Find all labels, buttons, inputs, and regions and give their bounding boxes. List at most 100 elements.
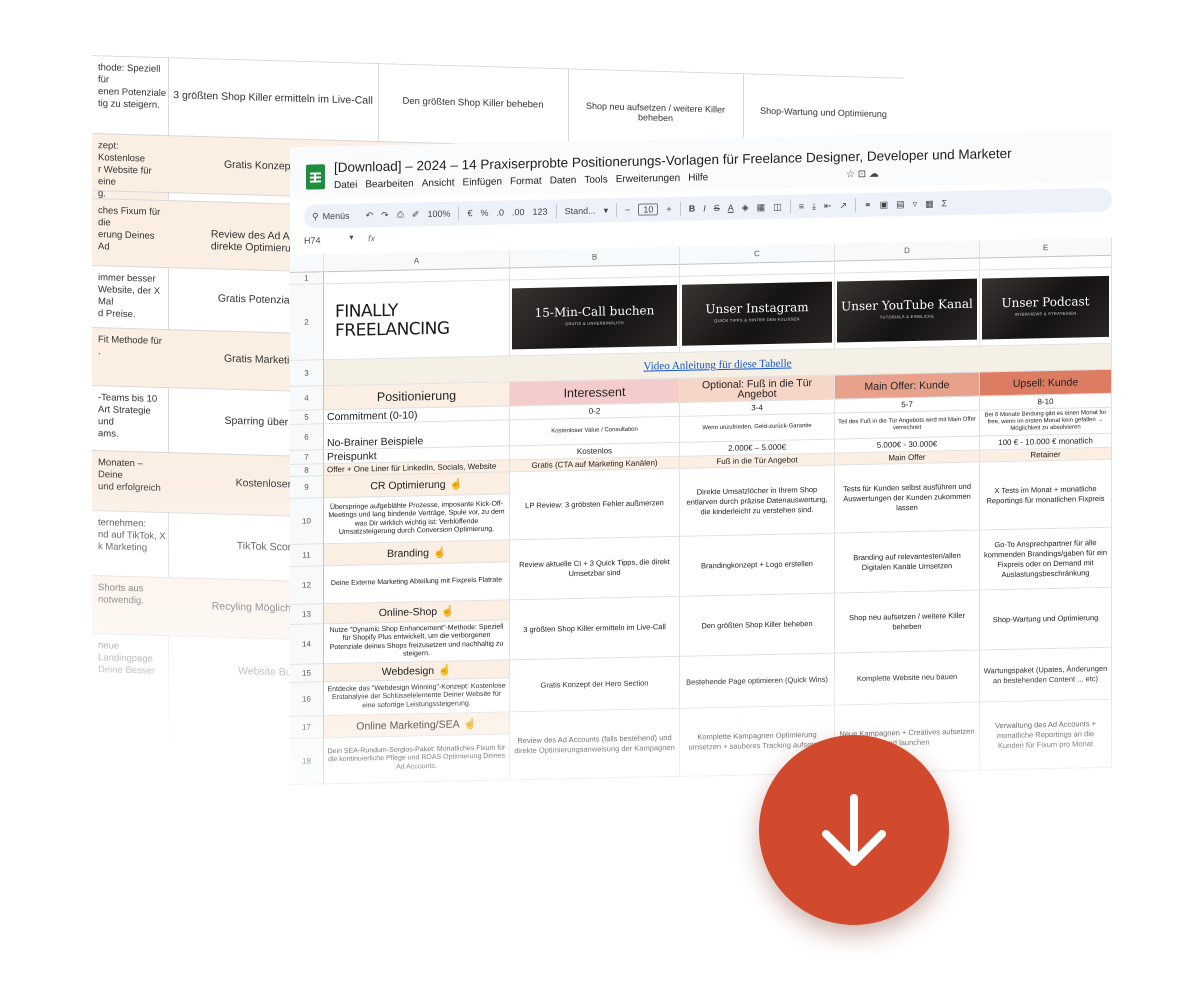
banner-unser-youtube-kanal[interactable]: Unser YouTube Kanal TUTORIALS & EINBLICKE (837, 278, 977, 343)
section-0-e[interactable]: X Tests im Monat + monatliche Reportings… (980, 459, 1112, 531)
section-3-e[interactable]: Wartungspaket (Upates, Änderungen an bes… (980, 647, 1112, 703)
menu-item-format[interactable]: Format (510, 176, 542, 188)
text-rotation-icon[interactable]: ↗ (839, 200, 847, 211)
no_brainer-value-1[interactable]: Wenn unzufrieden, Geld-zurück-Garantie (680, 413, 835, 443)
video-tutorial-link[interactable]: Video Anleitung für diese Tabelle (643, 357, 791, 372)
no_brainer-value-0[interactable]: Kostenloser Value / Consultation (510, 416, 680, 447)
horizontal-align-icon[interactable]: ≡ (799, 201, 804, 211)
banner-cell[interactable]: Unser YouTube Kanal TUTORIALS & EINBLICKE (835, 270, 980, 350)
italic-button[interactable]: I (703, 203, 706, 213)
row-header-3[interactable]: 3 (290, 360, 324, 387)
section-desc-2[interactable]: Nutze "Dynamic Shop Enhancement"-Methode… (324, 620, 510, 665)
section-1-c[interactable]: Brandingkonzept + Logo erstellen (680, 533, 835, 597)
logo-cell[interactable]: FINALLY FREELANCING (324, 280, 510, 361)
row-header-18[interactable]: 18 (290, 738, 324, 785)
no_brainer-value-3[interactable]: Bei 6 Monate Bindung gibt es einen Monat… (980, 407, 1112, 437)
section-desc-0[interactable]: Überspringe aufgeblähte Prozesse, imposa… (324, 494, 510, 545)
section-desc-4[interactable]: Dein SEA-Rundum-Sorglos-Paket: Monatlich… (324, 734, 510, 785)
section-1-d[interactable]: Branding auf relevantesten/allen Digital… (835, 530, 980, 594)
menu-item-datei[interactable]: Datei (334, 180, 357, 191)
row-header-12[interactable]: 12 (290, 566, 324, 605)
more-formats-button[interactable]: 123 (533, 207, 548, 217)
menu-item-daten[interactable]: Daten (550, 175, 577, 187)
table-header-3[interactable]: Main Offer: Kunde (835, 372, 980, 400)
decrease-decimal-button[interactable]: .0 (497, 208, 505, 218)
insert-comment-icon[interactable]: ▣ (880, 199, 889, 210)
star-move-cloud-icons[interactable]: ☆ ⊡ ☁ (846, 169, 879, 181)
no_brainer-label[interactable]: No-Brainer Beispiele (324, 420, 510, 451)
banner-15-min-call-buchen[interactable]: 15-Min-Call buchen GRATIS & UNVERBINDLICH (512, 284, 677, 350)
menu-search[interactable]: ⚲ Menüs (312, 210, 358, 222)
section-desc-1[interactable]: Deine Externe Marketing Abteilung mit Fi… (324, 562, 510, 605)
table-header-2[interactable]: Optional: Fuß in die Tür Angebot (680, 375, 835, 403)
menu-item-einfügen[interactable]: Einfügen (463, 177, 502, 189)
row-header-8[interactable]: 8 (290, 464, 324, 477)
section-1-e[interactable]: Go-To Ansprechpartner für alle kommenden… (980, 527, 1112, 591)
currency-format-button[interactable]: € (467, 208, 472, 218)
functions-button[interactable]: Σ (942, 198, 948, 208)
row-header-6[interactable]: 6 (290, 424, 324, 451)
row-header-4[interactable]: 4 (290, 386, 324, 411)
row-header-7[interactable]: 7 (290, 450, 324, 465)
no_brainer-value-2[interactable]: Teil des Fuß in die Tür Angebots wird mi… (835, 410, 980, 440)
print-icon[interactable]: ⎙ (397, 209, 404, 220)
menu-item-bearbeiten[interactable]: Bearbeiten (365, 178, 413, 190)
select-all-corner[interactable] (290, 254, 324, 273)
row-header-10[interactable]: 10 (290, 498, 324, 545)
percent-format-button[interactable]: % (481, 208, 489, 218)
menu-item-hilfe[interactable]: Hilfe (688, 172, 708, 183)
increase-font-size-button[interactable]: + (666, 204, 671, 214)
paint-format-icon[interactable]: ✐ (412, 209, 420, 220)
section-2-c[interactable]: Den größten Shop Killer beheben (680, 593, 835, 657)
borders-icon[interactable]: ▦ (757, 202, 766, 213)
row-header-17[interactable]: 17 (290, 716, 324, 739)
zoom-select[interactable]: 100% (427, 209, 450, 219)
download-button[interactable] (759, 735, 949, 925)
redo-icon[interactable]: ↷ (381, 209, 389, 220)
section-2-e[interactable]: Shop-Wartung und Optimierung (980, 587, 1112, 651)
font-size-input[interactable]: 10 (638, 203, 659, 216)
banner-cell[interactable]: 15-Min-Call buchen GRATIS & UNVERBINDLICH (510, 276, 680, 357)
section-3-b[interactable]: Gratis Konzept der Hero Section (510, 656, 680, 713)
section-0-c[interactable]: Direkte Umsatzlöcher in Ihrem Shop entla… (680, 465, 835, 537)
row-header-1[interactable]: 1 (290, 272, 324, 285)
banner-unser-instagram[interactable]: Unser Instagram QUICK TIPPS & HINTER DEN … (682, 281, 832, 346)
row-header-11[interactable]: 11 (290, 544, 324, 567)
decrease-font-size-button[interactable]: − (625, 205, 630, 215)
section-2-d[interactable]: Shop neu aufsetzen / weitere Killer behe… (835, 590, 980, 654)
section-0-d[interactable]: Tests für Kunden selbst ausführen und Au… (835, 462, 980, 534)
section-0-b[interactable]: LP Review: 3 gröbsten Fehler außmerzen (510, 468, 680, 541)
vertical-align-icon[interactable]: ⤓ (812, 200, 816, 211)
text-wrap-icon[interactable]: ⇤ (824, 200, 832, 211)
row-header-2[interactable]: 2 (290, 284, 324, 361)
font-select[interactable]: Stand... (565, 206, 596, 217)
strikethrough-button[interactable]: S (714, 203, 720, 213)
insert-chart-icon[interactable]: ▤ (896, 199, 905, 210)
row-header-15[interactable]: 15 (290, 664, 324, 683)
table-header-1[interactable]: Interessent (510, 378, 680, 407)
row-header-9[interactable]: 9 (290, 476, 324, 499)
merge-cells-icon[interactable]: ◫ (773, 201, 782, 212)
row-header-5[interactable]: 5 (290, 410, 324, 425)
section-3-d[interactable]: Komplette Website neu bauen (835, 650, 980, 706)
menu-item-ansicht[interactable]: Ansicht (422, 178, 455, 190)
row-header-13[interactable]: 13 (290, 604, 324, 625)
table-header-4[interactable]: Upsell: Kunde (980, 369, 1112, 397)
undo-icon[interactable]: ↶ (366, 210, 374, 221)
bold-button[interactable]: B (689, 204, 696, 214)
filter-views-icon[interactable]: ▦ (925, 198, 934, 209)
section-1-b[interactable]: Review aktuelle CI + 3 Quick Tipps, die … (510, 536, 680, 601)
name-box[interactable]: H74 (304, 235, 321, 245)
section-desc-3[interactable]: Entdecke das "Webdesign Winning"-Konzept… (324, 678, 510, 717)
section-4-b[interactable]: Review des Ad Accounts (falls bestehend)… (510, 708, 680, 781)
menu-item-tools[interactable]: Tools (584, 174, 607, 185)
row-header-16[interactable]: 16 (290, 682, 324, 717)
row-header-14[interactable]: 14 (290, 624, 324, 665)
banner-unser-podcast[interactable]: Unser Podcast INTERVIEWS & STRATEGIEN (982, 275, 1109, 340)
filter-icon[interactable]: ▿ (913, 198, 918, 209)
section-3-c[interactable]: Bestehende Page optimieren (Quick Wins) (680, 653, 835, 709)
insert-link-icon[interactable]: ⚭ (864, 199, 872, 210)
fill-color-icon[interactable]: ◈ (742, 202, 749, 213)
banner-cell[interactable]: Unser Instagram QUICK TIPPS & HINTER DEN … (680, 273, 835, 353)
section-2-b[interactable]: 3 größten Shop Killer ermitteln im Live-… (510, 596, 680, 661)
